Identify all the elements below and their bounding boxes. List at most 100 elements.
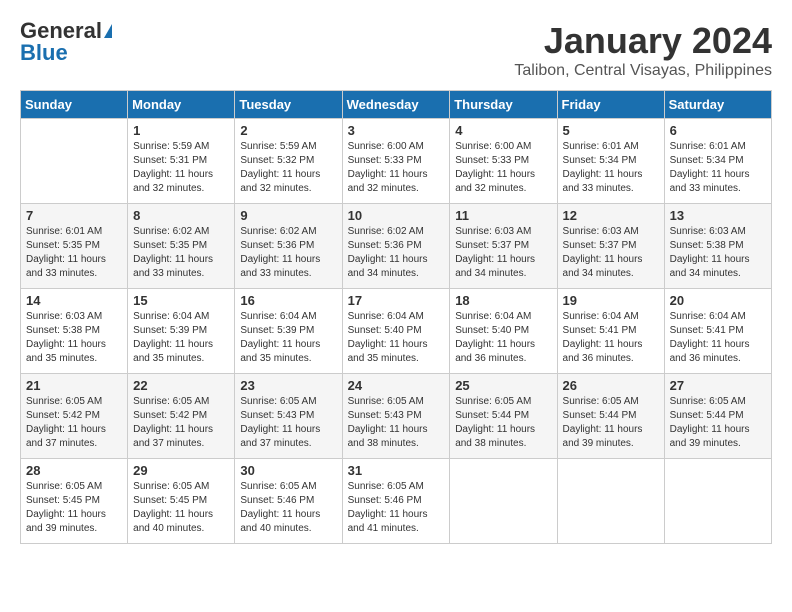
weekday-header-saturday: Saturday bbox=[664, 91, 771, 119]
day-number: 14 bbox=[26, 293, 122, 308]
weekday-header-tuesday: Tuesday bbox=[235, 91, 342, 119]
weekday-header-sunday: Sunday bbox=[21, 91, 128, 119]
calendar-week-row: 1Sunrise: 5:59 AMSunset: 5:31 PMDaylight… bbox=[21, 119, 772, 204]
day-number: 3 bbox=[348, 123, 445, 138]
calendar-cell: 30 Sunrise: 6:05 AMSunset: 5:46 PMDayligh… bbox=[235, 459, 342, 544]
calendar-week-row: 21 Sunrise: 6:05 AMSunset: 5:42 PMDayligh… bbox=[21, 374, 772, 459]
logo-triangle-icon bbox=[104, 24, 112, 38]
calendar-cell bbox=[557, 459, 664, 544]
calendar-cell bbox=[664, 459, 771, 544]
calendar-cell: 16 Sunrise: 6:04 AMSunset: 5:39 PMDayligh… bbox=[235, 289, 342, 374]
day-number: 20 bbox=[670, 293, 766, 308]
weekday-header-friday: Friday bbox=[557, 91, 664, 119]
day-number: 23 bbox=[240, 378, 336, 393]
calendar-cell: 8 Sunrise: 6:02 AMSunset: 5:35 PMDaylight… bbox=[128, 204, 235, 289]
day-number: 27 bbox=[670, 378, 766, 393]
calendar-cell: 17Sunrise: 6:04 AMSunset: 5:40 PMDayligh… bbox=[342, 289, 450, 374]
calendar-cell: 21 Sunrise: 6:05 AMSunset: 5:42 PMDayligh… bbox=[21, 374, 128, 459]
day-number: 30 bbox=[240, 463, 336, 478]
calendar-cell: 13 Sunrise: 6:03 AMSunset: 5:38 PMDayligh… bbox=[664, 204, 771, 289]
day-info: Sunrise: 6:02 AMSunset: 5:35 PMDaylight:… bbox=[133, 226, 213, 279]
day-info: Sunrise: 6:05 AMSunset: 5:45 PMDaylight:… bbox=[26, 481, 106, 534]
day-info: Sunrise: 6:03 AMSunset: 5:38 PMDaylight:… bbox=[670, 226, 750, 279]
calendar-cell: 27Sunrise: 6:05 AMSunset: 5:44 PMDayligh… bbox=[664, 374, 771, 459]
calendar-cell: 26 Sunrise: 6:05 AMSunset: 5:44 PMDayligh… bbox=[557, 374, 664, 459]
day-info: Sunrise: 6:03 AMSunset: 5:37 PMDaylight:… bbox=[563, 226, 643, 279]
calendar-cell: 10 Sunrise: 6:02 AMSunset: 5:36 PMDayligh… bbox=[342, 204, 450, 289]
day-info: Sunrise: 6:01 AMSunset: 5:35 PMDaylight:… bbox=[26, 226, 106, 279]
calendar-week-row: 7 Sunrise: 6:01 AMSunset: 5:35 PMDaylight… bbox=[21, 204, 772, 289]
day-info: Sunrise: 6:04 AMSunset: 5:39 PMDaylight:… bbox=[240, 311, 320, 364]
day-info: Sunrise: 6:02 AMSunset: 5:36 PMDaylight:… bbox=[348, 226, 428, 279]
calendar-cell: 23Sunrise: 6:05 AMSunset: 5:43 PMDayligh… bbox=[235, 374, 342, 459]
day-info: Sunrise: 6:05 AMSunset: 5:45 PMDaylight:… bbox=[133, 481, 213, 534]
calendar-cell: 24 Sunrise: 6:05 AMSunset: 5:43 PMDayligh… bbox=[342, 374, 450, 459]
day-info: Sunrise: 5:59 AMSunset: 5:31 PMDaylight:… bbox=[133, 141, 213, 194]
day-number: 8 bbox=[133, 208, 229, 223]
day-info: Sunrise: 6:05 AMSunset: 5:43 PMDaylight:… bbox=[348, 396, 428, 449]
day-info: Sunrise: 5:59 AMSunset: 5:32 PMDaylight:… bbox=[240, 141, 320, 194]
day-number: 7 bbox=[26, 208, 122, 223]
calendar-cell: 28 Sunrise: 6:05 AMSunset: 5:45 PMDayligh… bbox=[21, 459, 128, 544]
weekday-header-thursday: Thursday bbox=[450, 91, 557, 119]
day-info: Sunrise: 6:05 AMSunset: 5:46 PMDaylight:… bbox=[240, 481, 320, 534]
calendar-cell: 3Sunrise: 6:00 AMSunset: 5:33 PMDaylight… bbox=[342, 119, 450, 204]
day-info: Sunrise: 6:05 AMSunset: 5:46 PMDaylight:… bbox=[348, 481, 428, 534]
day-info: Sunrise: 6:05 AMSunset: 5:44 PMDaylight:… bbox=[563, 396, 643, 449]
calendar-cell: 5Sunrise: 6:01 AMSunset: 5:34 PMDaylight… bbox=[557, 119, 664, 204]
day-info: Sunrise: 6:02 AMSunset: 5:36 PMDaylight:… bbox=[240, 226, 320, 279]
day-number: 26 bbox=[563, 378, 659, 393]
month-title: January 2024 bbox=[514, 20, 772, 62]
calendar-cell bbox=[450, 459, 557, 544]
calendar-cell: 9 Sunrise: 6:02 AMSunset: 5:36 PMDaylight… bbox=[235, 204, 342, 289]
day-info: Sunrise: 6:04 AMSunset: 5:39 PMDaylight:… bbox=[133, 311, 213, 364]
page-header: General Blue January 2024 Talibon, Centr… bbox=[20, 20, 772, 80]
day-info: Sunrise: 6:01 AMSunset: 5:34 PMDaylight:… bbox=[670, 141, 750, 194]
day-number: 29 bbox=[133, 463, 229, 478]
day-info: Sunrise: 6:04 AMSunset: 5:40 PMDaylight:… bbox=[348, 311, 428, 364]
day-info: Sunrise: 6:04 AMSunset: 5:41 PMDaylight:… bbox=[563, 311, 643, 364]
weekday-header-monday: Monday bbox=[128, 91, 235, 119]
calendar-cell: 18Sunrise: 6:04 AMSunset: 5:40 PMDayligh… bbox=[450, 289, 557, 374]
day-number: 16 bbox=[240, 293, 336, 308]
day-info: Sunrise: 6:01 AMSunset: 5:34 PMDaylight:… bbox=[563, 141, 643, 194]
weekday-header-row: SundayMondayTuesdayWednesdayThursdayFrid… bbox=[21, 91, 772, 119]
calendar-cell: 19 Sunrise: 6:04 AMSunset: 5:41 PMDayligh… bbox=[557, 289, 664, 374]
calendar-week-row: 28 Sunrise: 6:05 AMSunset: 5:45 PMDayligh… bbox=[21, 459, 772, 544]
day-number: 25 bbox=[455, 378, 551, 393]
calendar-cell: 1Sunrise: 5:59 AMSunset: 5:31 PMDaylight… bbox=[128, 119, 235, 204]
day-number: 6 bbox=[670, 123, 766, 138]
day-info: Sunrise: 6:05 AMSunset: 5:44 PMDaylight:… bbox=[455, 396, 535, 449]
calendar-table: SundayMondayTuesdayWednesdayThursdayFrid… bbox=[20, 90, 772, 544]
calendar-cell bbox=[21, 119, 128, 204]
calendar-cell: 20Sunrise: 6:04 AMSunset: 5:41 PMDayligh… bbox=[664, 289, 771, 374]
day-number: 10 bbox=[348, 208, 445, 223]
title-section: January 2024 Talibon, Central Visayas, P… bbox=[514, 20, 772, 80]
day-info: Sunrise: 6:03 AMSunset: 5:38 PMDaylight:… bbox=[26, 311, 106, 364]
day-number: 19 bbox=[563, 293, 659, 308]
day-number: 31 bbox=[348, 463, 445, 478]
calendar-cell: 29 Sunrise: 6:05 AMSunset: 5:45 PMDayligh… bbox=[128, 459, 235, 544]
location-title: Talibon, Central Visayas, Philippines bbox=[514, 62, 772, 80]
calendar-cell: 2Sunrise: 5:59 AMSunset: 5:32 PMDaylight… bbox=[235, 119, 342, 204]
calendar-cell: 12 Sunrise: 6:03 AMSunset: 5:37 PMDayligh… bbox=[557, 204, 664, 289]
day-number: 13 bbox=[670, 208, 766, 223]
logo: General Blue bbox=[20, 20, 112, 65]
calendar-cell: 31 Sunrise: 6:05 AMSunset: 5:46 PMDayligh… bbox=[342, 459, 450, 544]
day-number: 24 bbox=[348, 378, 445, 393]
day-number: 22 bbox=[133, 378, 229, 393]
day-number: 12 bbox=[563, 208, 659, 223]
day-number: 9 bbox=[240, 208, 336, 223]
calendar-cell: 25 Sunrise: 6:05 AMSunset: 5:44 PMDayligh… bbox=[450, 374, 557, 459]
day-number: 15 bbox=[133, 293, 229, 308]
day-number: 21 bbox=[26, 378, 122, 393]
calendar-cell: 4Sunrise: 6:00 AMSunset: 5:33 PMDaylight… bbox=[450, 119, 557, 204]
day-info: Sunrise: 6:00 AMSunset: 5:33 PMDaylight:… bbox=[455, 141, 535, 194]
calendar-cell: 6 Sunrise: 6:01 AMSunset: 5:34 PMDaylight… bbox=[664, 119, 771, 204]
day-info: Sunrise: 6:05 AMSunset: 5:42 PMDaylight:… bbox=[133, 396, 213, 449]
calendar-cell: 11Sunrise: 6:03 AMSunset: 5:37 PMDayligh… bbox=[450, 204, 557, 289]
day-info: Sunrise: 6:03 AMSunset: 5:37 PMDaylight:… bbox=[455, 226, 535, 279]
logo-blue: Blue bbox=[20, 40, 68, 65]
day-number: 28 bbox=[26, 463, 122, 478]
day-info: Sunrise: 6:05 AMSunset: 5:42 PMDaylight:… bbox=[26, 396, 106, 449]
